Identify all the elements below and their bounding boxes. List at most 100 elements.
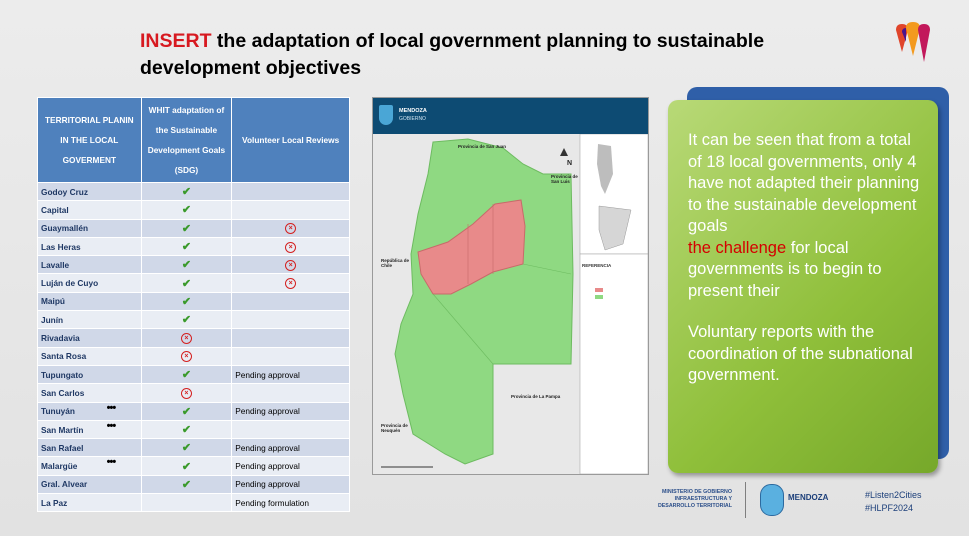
header-vlr: Volunteer Local Reviews — [231, 97, 350, 183]
vlr-status — [231, 200, 350, 220]
vlr-status: × — [231, 236, 350, 257]
check-icon: ✔ — [181, 369, 192, 382]
check-icon: ✔ — [181, 204, 192, 217]
check-icon: ✔ — [181, 424, 192, 436]
callout-box: It can be seen that from a total of 18 l… — [668, 100, 938, 473]
check-icon: ✔ — [181, 222, 192, 235]
table-row: Rivadavia × — [37, 328, 350, 348]
sdg-status: ✔ — [140, 200, 233, 220]
slide-title: INSERT the adaptation of local governmen… — [140, 28, 860, 82]
table-row: Tupungato ✔ Pending approval — [37, 364, 350, 385]
table-row: Las Heras ✔ × — [37, 236, 350, 257]
table-row: Godoy Cruz ✔ — [37, 181, 350, 202]
sdg-status: ••• ✔ — [107, 401, 233, 421]
municipality-name: Tupungato — [37, 364, 142, 385]
table-row: Gral. Alvear ✔ Pending approval — [37, 474, 350, 495]
sdg-status: × — [140, 328, 233, 348]
check-icon: ✔ — [181, 442, 192, 455]
municipality-name: San Martín — [37, 419, 142, 440]
sdg-status: ✔ — [140, 291, 233, 312]
cross-circle-icon: × — [285, 259, 297, 271]
label-neuquen: Provincia de Neuquén — [381, 423, 408, 433]
check-icon: ✔ — [181, 460, 192, 473]
municipality-name: Godoy Cruz — [37, 181, 142, 202]
vlr-status: × — [231, 218, 350, 238]
ellipsis-icon: ••• — [106, 456, 117, 469]
cross-circle-icon: × — [285, 241, 297, 253]
title-accent: INSERT — [140, 30, 212, 52]
vlr-status: Pending approval — [231, 401, 350, 421]
hashtags: #Listen2Cities #HLPF2024 — [865, 489, 922, 515]
sdg-status: ✔ — [140, 364, 233, 385]
mendoza-map: MENDOZA GOBIERNO Provincia de San Juan P… — [372, 97, 649, 475]
footer-divider — [745, 482, 746, 518]
table-row: Junín ✔ — [37, 310, 350, 330]
vlr-status: Pending approval — [231, 364, 350, 385]
check-icon: ✔ — [181, 277, 192, 290]
cross-circle-icon: × — [285, 278, 297, 290]
table-row: Guaymallén ✔ × — [37, 218, 350, 238]
mendoza-label: MENDOZA — [788, 493, 829, 502]
vlr-status — [231, 291, 350, 312]
sdg-table: TERRITORIAL PLANIN IN THE LOCAL GOVERMEN… — [37, 97, 350, 513]
legend-adapted-swatch — [595, 295, 603, 299]
check-icon: ✔ — [181, 405, 192, 418]
check-icon: ✔ — [181, 241, 192, 254]
vlr-status: Pending approval — [231, 438, 350, 458]
sdg-status: ••• ✔ — [107, 419, 233, 440]
vlr-status: Pending approval — [231, 474, 350, 495]
label-chile: República de Chile — [381, 258, 410, 268]
municipality-name: Rivadavia — [37, 328, 142, 348]
label-san-luis: Provincia de San Luis — [551, 174, 578, 184]
vlr-status: Pending approval — [231, 456, 350, 476]
map-header-title: MENDOZA — [399, 108, 427, 114]
table-body: Godoy Cruz ✔ Capital ✔ Guaymallén ✔ × Las Heras… — [37, 181, 350, 513]
municipality-name: Guaymallén — [37, 218, 142, 238]
listen2cities-logo-icon — [896, 22, 930, 62]
ellipsis-icon: ••• — [106, 419, 117, 432]
table-row: Capital ✔ — [37, 200, 350, 220]
cross-circle-icon: × — [180, 387, 192, 399]
municipality-name: Tunuyán — [37, 401, 142, 421]
vlr-status: × — [231, 255, 350, 275]
vlr-status — [231, 383, 350, 403]
municipality-name: Malargüe — [37, 456, 142, 476]
north-label: N — [567, 160, 573, 167]
legend-title: REFERENCIA — [582, 263, 612, 268]
municipality-name: Junín — [37, 310, 142, 330]
table-row: Santa Rosa × — [37, 346, 350, 366]
municipality-name: Las Heras — [37, 236, 142, 257]
sdg-status: ✔ — [140, 255, 233, 275]
vlr-status: × — [231, 273, 350, 293]
ellipsis-icon: ••• — [106, 401, 117, 414]
cross-circle-icon: × — [180, 333, 192, 345]
vlr-status — [231, 419, 350, 440]
table-row: San Rafael ✔ Pending approval — [37, 438, 350, 458]
vlr-status — [231, 181, 350, 202]
table-row: La Paz Pending formulation — [37, 493, 350, 513]
check-icon: ✔ — [181, 295, 192, 308]
header-territorial: TERRITORIAL PLANIN IN THE LOCAL GOVERMEN… — [37, 97, 142, 183]
callout-text: It can be seen that from a total of 18 l… — [688, 130, 928, 387]
sdg-status: ✔ — [140, 438, 233, 458]
check-icon: ✔ — [181, 259, 192, 272]
sdg-status: ✔ — [140, 474, 233, 495]
municipality-name: San Rafael — [37, 438, 142, 458]
ministry-label: MINISTERIO DE GOBIERNO INFRAESTRUCTURA Y… — [657, 489, 732, 509]
check-icon: ✔ — [181, 478, 192, 491]
sdg-status: ✔ — [140, 310, 233, 330]
vlr-status: Pending formulation — [231, 493, 350, 513]
table-row: Luján de Cuyo ✔ × — [37, 273, 350, 293]
table-row: San Martín ••• ✔ — [37, 419, 350, 440]
map-header: MENDOZA GOBIERNO — [373, 98, 648, 134]
sdg-status: ✔ — [140, 181, 233, 202]
table-row: Lavalle ✔ × — [37, 255, 350, 275]
sdg-status — [140, 493, 233, 513]
municipality-name: Maipú — [37, 291, 142, 312]
cross-circle-icon: × — [285, 223, 297, 235]
check-icon: ✔ — [181, 186, 192, 199]
municipality-name: La Paz — [37, 493, 142, 513]
municipality-name: Gral. Alvear — [37, 474, 142, 495]
map-drawing — [373, 134, 648, 474]
header-sdg: WHIT adaptation of the Sustainable Devel… — [140, 97, 233, 183]
